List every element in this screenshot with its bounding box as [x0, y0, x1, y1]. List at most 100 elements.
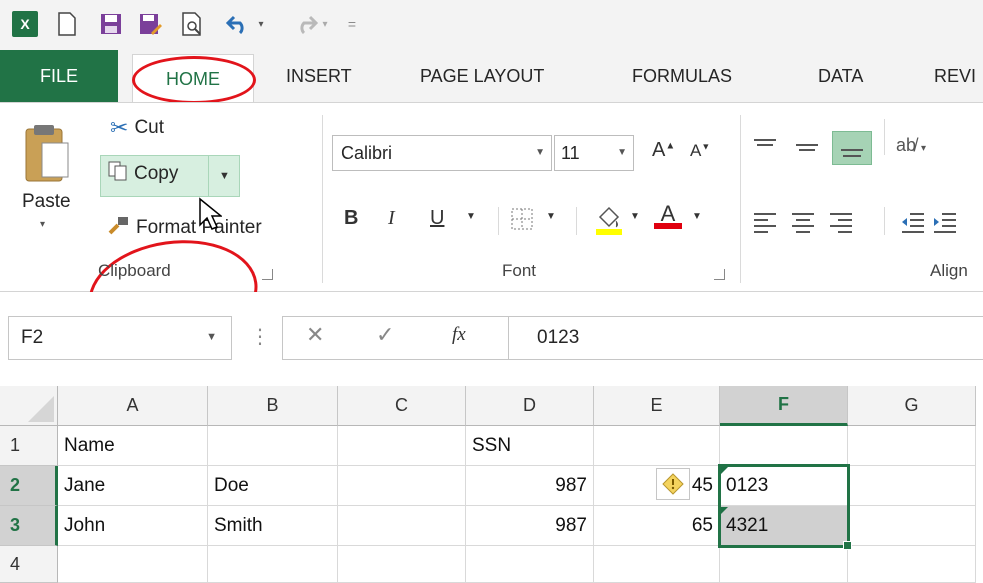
column-header-d[interactable]: D — [466, 386, 594, 426]
decrease-indent-icon[interactable] — [900, 211, 926, 238]
cell-b2[interactable]: Doe — [208, 466, 338, 506]
redo-icon[interactable]: ▾ — [286, 6, 332, 42]
cell-f3[interactable]: 4321 — [720, 506, 848, 546]
row-header-3[interactable]: 3 — [0, 506, 58, 546]
cut-button[interactable]: ✂ Cut — [110, 115, 164, 141]
cell-d2[interactable]: 987 — [466, 466, 594, 506]
separator — [884, 207, 885, 235]
cell-g2[interactable] — [848, 466, 976, 506]
name-box[interactable]: F2 ▼ — [8, 316, 232, 360]
cell-g4[interactable] — [848, 546, 976, 583]
cell-b4[interactable] — [208, 546, 338, 583]
cell-c2[interactable] — [338, 466, 466, 506]
cell-e1[interactable] — [594, 426, 720, 466]
cell-a1[interactable]: Name — [58, 426, 208, 466]
cell-f4[interactable] — [720, 546, 848, 583]
enter-icon[interactable]: ✓ — [376, 322, 394, 348]
cell-c3[interactable] — [338, 506, 466, 546]
ribbon-home: Paste ▾ ✂ Cut Copy ▼ Format Painter Clip… — [0, 102, 983, 359]
top-align-icon[interactable] — [752, 137, 778, 164]
cell-g1[interactable] — [848, 426, 976, 466]
tab-insert[interactable]: INSERT — [286, 62, 352, 90]
save-icon[interactable] — [96, 6, 126, 42]
column-header-a[interactable]: A — [58, 386, 208, 426]
select-all-corner[interactable] — [0, 386, 58, 426]
cell-a4[interactable] — [58, 546, 208, 583]
tab-page-layout[interactable]: PAGE LAYOUT — [420, 62, 544, 90]
cell-f2[interactable]: 0123 — [720, 466, 848, 506]
print-preview-icon[interactable] — [178, 6, 208, 42]
clipboard-launcher-icon[interactable] — [262, 269, 273, 280]
bottom-align-button[interactable] — [832, 131, 872, 165]
font-name-dropdown[interactable]: Calibri ▼ — [332, 135, 552, 171]
cell-c1[interactable] — [338, 426, 466, 466]
cell-a3[interactable]: John — [58, 506, 208, 546]
clipboard-group-label: Clipboard — [98, 261, 171, 280]
orientation-icon[interactable]: ab̸ ▾ — [896, 135, 926, 156]
borders-icon[interactable] — [510, 207, 534, 236]
increase-indent-icon[interactable] — [932, 211, 958, 238]
tab-formulas[interactable]: FORMULAS — [632, 62, 732, 90]
font-launcher-icon[interactable] — [714, 269, 725, 280]
cell-e4[interactable] — [594, 546, 720, 583]
font-color-dropdown-caret[interactable]: ▼ — [692, 211, 702, 222]
borders-dropdown-caret[interactable]: ▼ — [546, 211, 556, 222]
separator — [498, 207, 499, 235]
italic-button[interactable]: I — [388, 207, 395, 230]
tab-home[interactable]: HOME — [132, 54, 254, 102]
warning-icon — [662, 473, 684, 495]
middle-align-icon[interactable] — [794, 137, 820, 164]
shrink-font-button[interactable]: A▼ — [690, 141, 710, 161]
tab-review[interactable]: REVI — [934, 62, 976, 90]
error-indicator-triangle — [721, 467, 728, 474]
bold-button[interactable]: B — [344, 207, 358, 230]
undo-icon[interactable]: ▾ — [222, 6, 268, 42]
cell-d4[interactable] — [466, 546, 594, 583]
align-left-icon[interactable] — [752, 211, 778, 238]
column-header-c[interactable]: C — [338, 386, 466, 426]
fill-color-icon[interactable] — [594, 203, 624, 242]
paste-button[interactable]: Paste — [22, 191, 71, 213]
row-header-2[interactable]: 2 — [0, 466, 58, 506]
insert-function-icon[interactable]: fx — [452, 324, 466, 346]
cell-b1[interactable] — [208, 426, 338, 466]
row-header-1[interactable]: 1 — [0, 426, 58, 466]
font-size-dropdown[interactable]: 11 ▼ — [554, 135, 634, 171]
new-file-icon[interactable] — [52, 6, 82, 42]
customize-qat-icon[interactable]: = — [342, 6, 362, 42]
cancel-icon[interactable]: ✕ — [306, 322, 324, 348]
column-header-e[interactable]: E — [594, 386, 720, 426]
cell-b3[interactable]: Smith — [208, 506, 338, 546]
error-warning-button[interactable] — [656, 468, 690, 500]
save-as-icon[interactable] — [136, 6, 166, 42]
fill-color-dropdown-caret[interactable]: ▼ — [630, 211, 640, 222]
format-painter-button[interactable]: Format Painter — [108, 215, 262, 241]
align-right-icon[interactable] — [828, 211, 854, 238]
grow-font-button[interactable]: A▲ — [652, 139, 675, 162]
font-color-button[interactable]: A — [652, 201, 684, 237]
copy-dropdown-caret[interactable]: ▼ — [208, 155, 240, 197]
underline-button[interactable]: U — [430, 207, 444, 230]
paste-icon[interactable] — [22, 121, 72, 196]
tab-file[interactable]: FILE — [0, 50, 118, 102]
worksheet-grid: A B C D E F G 1 2 3 4 Name SSN Jane Doe … — [0, 380, 983, 583]
underline-dropdown-caret[interactable]: ▼ — [466, 211, 476, 222]
row-header-4[interactable]: 4 — [0, 546, 58, 583]
formula-input[interactable]: 0123 — [508, 316, 983, 360]
cell-f1[interactable] — [720, 426, 848, 466]
separator — [884, 119, 885, 155]
copy-button[interactable]: Copy — [108, 161, 178, 187]
fill-handle[interactable] — [843, 541, 852, 550]
align-center-icon[interactable] — [790, 211, 816, 238]
cell-a2[interactable]: Jane — [58, 466, 208, 506]
column-header-g[interactable]: G — [848, 386, 976, 426]
column-header-f[interactable]: F — [720, 386, 848, 426]
cell-g3[interactable] — [848, 506, 976, 546]
column-header-b[interactable]: B — [208, 386, 338, 426]
cell-e3[interactable]: 65 — [594, 506, 720, 546]
tab-data[interactable]: DATA — [818, 62, 863, 90]
cell-d3[interactable]: 987 — [466, 506, 594, 546]
paste-dropdown-caret[interactable]: ▾ — [40, 219, 45, 230]
cell-d1[interactable]: SSN — [466, 426, 594, 466]
cell-c4[interactable] — [338, 546, 466, 583]
